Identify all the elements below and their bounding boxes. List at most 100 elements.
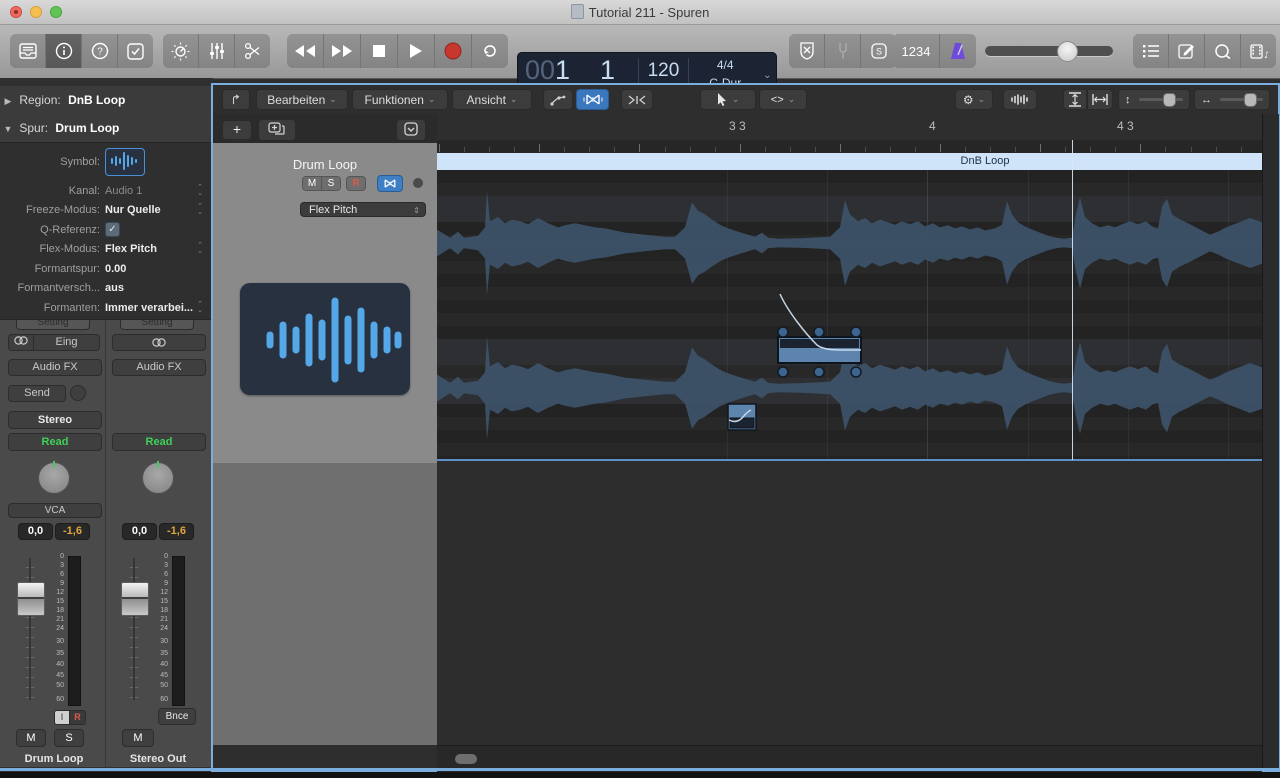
notes-button[interactable] [1169, 34, 1205, 68]
library-button[interactable] [10, 34, 46, 68]
send-button[interactable]: Send [8, 385, 66, 402]
solo-mode-button[interactable]: S [861, 34, 896, 68]
track-header-drum-loop[interactable]: Drum Loop M S R Flex Pitch ⇕ [213, 143, 438, 463]
horizontal-auto-zoom-button[interactable] [1087, 89, 1113, 110]
rewind-button[interactable] [287, 34, 324, 68]
volume-fader-handle[interactable] [121, 582, 149, 616]
editors-button[interactable] [235, 34, 270, 68]
volume-value[interactable]: 0,0 [122, 523, 157, 540]
note-handle[interactable] [777, 366, 789, 378]
media-browser-button[interactable]: ♪ [1241, 34, 1276, 68]
count-in-button[interactable]: 1234 [893, 34, 940, 68]
param-value[interactable]: 0.00 [105, 263, 126, 275]
toolbar-toggle-button[interactable] [118, 34, 153, 68]
track-icon[interactable] [240, 283, 410, 395]
stepper-icon[interactable]: ⌃ ⌄ [197, 184, 203, 197]
param-value[interactable]: Immer verarbei... [105, 302, 193, 314]
loops-browser-button[interactable] [1205, 34, 1241, 68]
automation-button[interactable] [543, 89, 573, 110]
param-value[interactable]: Flex Pitch [105, 243, 157, 255]
param-value[interactable]: Nur Quelle [105, 204, 161, 216]
left-click-tool-menu[interactable]: ⌄ [700, 89, 756, 110]
duplicate-track-button[interactable] [258, 119, 296, 141]
track-symbol-button[interactable] [105, 148, 145, 176]
flex-pitch-lane[interactable] [437, 170, 1262, 460]
input-monitor-dot[interactable] [413, 178, 423, 188]
volume-fader-track[interactable] [130, 558, 138, 700]
mute-button[interactable]: M [122, 729, 154, 747]
note-handle[interactable] [850, 366, 862, 378]
track-header-options-button[interactable] [396, 119, 426, 141]
mute-button[interactable]: M [303, 177, 322, 190]
setting-button[interactable]: Setting [16, 320, 90, 330]
add-track-button[interactable]: + [222, 120, 252, 140]
param-value[interactable]: aus [105, 282, 124, 294]
setting-button[interactable]: Setting [120, 320, 194, 330]
pan-knob[interactable] [38, 461, 70, 494]
stepper-icon[interactable]: ⌃ ⌄ [197, 203, 203, 216]
note-handle[interactable] [777, 326, 789, 338]
menu-funktionen[interactable]: Funktionen ⌄ [352, 89, 448, 110]
track-inspector-header[interactable]: ▼ Spur: Drum Loop [0, 114, 213, 143]
snap-settings-menu[interactable]: ⚙ ⌄ [955, 89, 993, 110]
volume-slider-knob[interactable] [1057, 41, 1078, 62]
input-monitor-button[interactable]: I [55, 711, 70, 724]
pan-knob[interactable] [142, 461, 174, 494]
vertical-scrollbar[interactable] [1262, 114, 1279, 771]
region-inspector-header[interactable]: ▶ Region: DnB Loop [0, 86, 213, 115]
menu-ansicht[interactable]: Ansicht ⌄ [452, 89, 532, 110]
flex-pitch-note[interactable] [727, 403, 757, 431]
stop-button[interactable] [361, 34, 398, 68]
metronome-button[interactable] [940, 34, 976, 68]
record-enable-button[interactable]: R [346, 176, 366, 191]
solo-button[interactable]: S [54, 729, 84, 747]
vertical-auto-zoom-button[interactable] [1063, 89, 1087, 110]
peak-value[interactable]: -1,6 [159, 523, 194, 540]
catch-playhead-button[interactable] [621, 89, 653, 110]
tuner-button[interactable] [825, 34, 861, 68]
horizontal-scroll-thumb[interactable] [455, 754, 477, 764]
slider-knob[interactable] [1243, 93, 1257, 107]
output-button[interactable]: Stereo [8, 411, 102, 429]
volume-fader-handle[interactable] [17, 582, 45, 616]
playhead[interactable] [1072, 140, 1073, 460]
mute-button[interactable]: M [16, 729, 46, 747]
volume-fader-track[interactable] [26, 558, 34, 700]
input-button[interactable]: Eing [33, 334, 100, 351]
flex-mode-dropdown[interactable]: Flex Pitch ⇕ [300, 202, 426, 217]
q-reference-checkbox[interactable]: ✓ [105, 222, 120, 237]
stepper-icon[interactable]: ⌃ ⌄ [197, 301, 203, 314]
stereo-output-format-button[interactable] [112, 334, 206, 351]
vca-button[interactable]: VCA [8, 503, 102, 518]
flex-button[interactable] [576, 89, 609, 110]
automation-mode-button[interactable]: Read [112, 433, 206, 451]
cycle-button[interactable] [472, 34, 508, 68]
command-click-tool-menu[interactable]: <> ⌄ [759, 89, 807, 110]
inspector-button[interactable] [46, 34, 82, 68]
waveform-zoom-button[interactable] [1003, 89, 1037, 110]
slider-knob[interactable] [1162, 93, 1176, 107]
record-button[interactable] [435, 34, 472, 68]
peak-value[interactable]: -1,6 [55, 523, 90, 540]
note-handle[interactable] [813, 366, 825, 378]
bar-ruler[interactable]: 3 344 35 [437, 114, 1262, 141]
record-enable-button[interactable]: R [70, 711, 85, 724]
volume-value[interactable]: 0,0 [18, 523, 53, 540]
quick-help-button[interactable]: ? [82, 34, 118, 68]
menu-bearbeiten[interactable]: Bearbeiten ⌄ [256, 89, 348, 110]
back-button[interactable] [222, 89, 250, 110]
forward-button[interactable] [324, 34, 361, 68]
volume-slider[interactable] [985, 41, 1113, 62]
solo-button[interactable]: S [322, 177, 340, 190]
vertical-zoom-slider[interactable]: ↕ [1118, 89, 1190, 110]
smart-controls-button[interactable] [163, 34, 199, 68]
event-list-button[interactable] [1133, 34, 1169, 68]
note-handle[interactable] [850, 326, 862, 338]
track-flex-button[interactable] [377, 175, 403, 192]
note-handle[interactable] [813, 326, 825, 338]
param-value[interactable]: Audio 1 [105, 185, 142, 197]
horizontal-zoom-slider[interactable]: ↔ [1194, 89, 1270, 110]
automation-mode-button[interactable]: Read [8, 433, 102, 451]
master-mute-button[interactable] [789, 34, 825, 68]
stepper-icon[interactable]: ⌃ ⌄ [197, 242, 203, 255]
